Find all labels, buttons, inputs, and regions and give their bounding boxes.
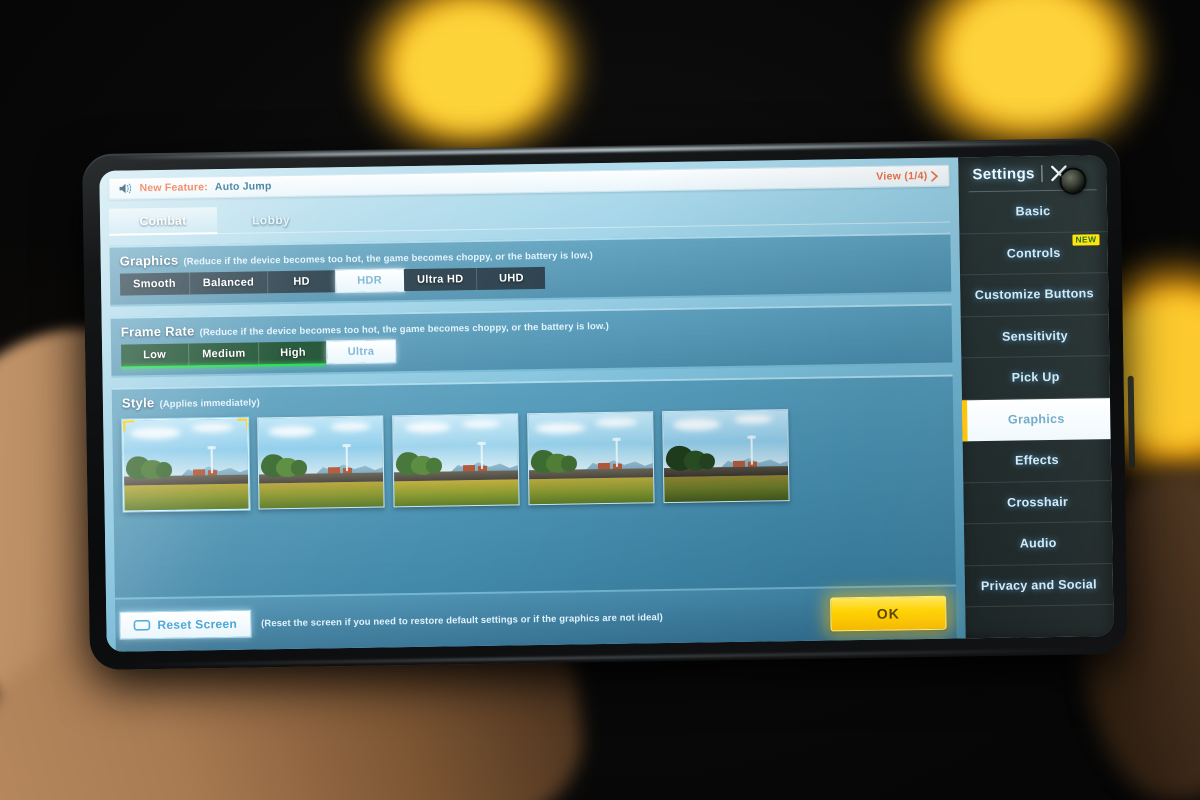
- frame-rate-hint: (Reduce if the device becomes too hot, t…: [199, 320, 610, 339]
- frame-rate-option-high[interactable]: High: [259, 341, 328, 365]
- style-thumbnail-strip: [122, 407, 944, 512]
- frame-rate-options: Low Medium High Ultra: [121, 340, 396, 369]
- sidebar-header: Settings: [958, 155, 1107, 191]
- sidebar-item-effects[interactable]: Effects: [962, 439, 1112, 483]
- sidebar-item-label: Audio: [1019, 536, 1057, 551]
- phone-device: New Feature: Auto Jump View (1/4) Combat…: [82, 137, 1136, 671]
- sidebar-item-label: Effects: [1014, 453, 1059, 468]
- style-preview-image-4: [528, 412, 654, 505]
- style-thumbnail-4[interactable]: [527, 411, 655, 506]
- style-preview-image-5: [663, 410, 789, 503]
- style-title: Style: [121, 395, 155, 411]
- graphics-section: Graphics (Reduce if the device becomes t…: [109, 232, 952, 307]
- ok-button[interactable]: OK: [830, 595, 947, 632]
- style-preview-image-2: [258, 416, 384, 509]
- sidebar-item-pick-up[interactable]: Pick Up: [961, 356, 1110, 400]
- graphics-option-smooth[interactable]: Smooth: [119, 272, 190, 296]
- sidebar-item-basic[interactable]: Basic: [958, 190, 1108, 234]
- photograph: New Feature: Auto Jump View (1/4) Combat…: [0, 0, 1200, 800]
- frame-rate-title: Frame Rate: [120, 323, 195, 340]
- frame-rate-option-ultra[interactable]: Ultra: [327, 340, 396, 364]
- frame-rate-section: Frame Rate (Reduce if the device becomes…: [110, 303, 953, 378]
- graphics-option-balanced[interactable]: Balanced: [189, 271, 269, 295]
- ticker-new-label: New Feature:: [139, 181, 208, 195]
- sidebar-item-privacy-and-social[interactable]: Privacy and Social: [964, 563, 1114, 608]
- settings-title: Settings: [972, 164, 1035, 183]
- frame-rate-header: Frame Rate (Reduce if the device becomes…: [121, 312, 942, 340]
- sidebar-item-graphics[interactable]: Graphics: [961, 397, 1111, 442]
- bokeh-light-top-left-core: [398, 6, 546, 130]
- sidebar-item-label: Privacy and Social: [980, 577, 1097, 593]
- reset-screen-label: Reset Screen: [157, 616, 238, 633]
- sidebar-item-customize-buttons[interactable]: Customize Buttons: [960, 273, 1109, 317]
- graphics-option-ultra-hd[interactable]: Ultra HD: [403, 267, 478, 292]
- graphics-options: Smooth Balanced HD HDR Ultra HD UHD: [119, 266, 546, 296]
- graphics-option-hd[interactable]: HD: [267, 270, 337, 294]
- sidebar-item-label: Pick Up: [1011, 370, 1060, 385]
- sidebar-item-label: Graphics: [1007, 412, 1065, 427]
- sidebar-item-label: Basic: [1015, 204, 1051, 219]
- graphics-option-hdr[interactable]: HDR: [335, 269, 405, 293]
- style-preview-image-1: [123, 418, 249, 511]
- frame-rate-option-low[interactable]: Low: [121, 343, 190, 367]
- tab-combat[interactable]: Combat: [108, 207, 218, 236]
- style-section: Style (Applies immediately): [111, 374, 956, 600]
- sidebar-item-audio[interactable]: Audio: [963, 522, 1113, 566]
- style-header: Style (Applies immediately): [122, 383, 943, 411]
- view-count-label: View (1/4): [876, 169, 928, 183]
- sidebar-item-label: Controls: [1006, 245, 1061, 261]
- speaker-icon: [119, 183, 132, 194]
- screen-icon: [133, 619, 151, 631]
- graphics-title: Graphics: [119, 252, 179, 269]
- content-tabs: Combat Lobby: [108, 196, 950, 236]
- settings-sidebar: Settings Basic NEW Controls Customize Bu…: [958, 155, 1114, 639]
- graphics-hint: (Reduce if the device becomes too hot, t…: [183, 250, 593, 268]
- chevron-right-icon: [931, 170, 939, 182]
- ticker-message: Auto Jump: [214, 180, 272, 194]
- settings-content-area: New Feature: Auto Jump View (1/4) Combat…: [99, 157, 966, 652]
- phone-screen: New Feature: Auto Jump View (1/4) Combat…: [99, 155, 1114, 652]
- bottom-bar-spacer: [673, 615, 820, 617]
- frame-rate-option-medium[interactable]: Medium: [188, 342, 260, 366]
- reset-screen-hint: (Reset the screen if you need to restore…: [260, 611, 663, 629]
- graphics-option-uhd[interactable]: UHD: [477, 266, 546, 290]
- style-preview-image-3: [393, 414, 519, 507]
- news-ticker[interactable]: New Feature: Auto Jump View (1/4): [108, 164, 950, 200]
- sidebar-item-label: Customize Buttons: [974, 286, 1094, 303]
- reset-screen-button[interactable]: Reset Screen: [119, 609, 252, 640]
- new-badge: NEW: [1072, 233, 1100, 246]
- sidebar-item-label: Sensitivity: [1001, 328, 1068, 344]
- style-hint: (Applies immediately): [159, 397, 260, 410]
- sidebar-item-controls[interactable]: NEW Controls: [959, 231, 1109, 276]
- sidebar-item-label: Crosshair: [1006, 494, 1069, 510]
- tab-lobby[interactable]: Lobby: [217, 205, 325, 234]
- header-divider: [1041, 164, 1043, 182]
- style-thumbnail-2[interactable]: [257, 415, 385, 510]
- view-count-button[interactable]: View (1/4): [876, 170, 939, 183]
- sidebar-item-crosshair[interactable]: Crosshair: [963, 480, 1112, 525]
- ok-button-label: OK: [876, 605, 900, 622]
- sidebar-item-sensitivity[interactable]: Sensitivity: [960, 314, 1110, 359]
- ticker-spacer: [279, 177, 870, 186]
- graphics-header: Graphics (Reduce if the device becomes t…: [119, 241, 941, 269]
- style-thumbnail-1[interactable]: [122, 417, 250, 512]
- style-thumbnail-5[interactable]: [662, 409, 790, 504]
- style-thumbnail-3[interactable]: [392, 413, 520, 508]
